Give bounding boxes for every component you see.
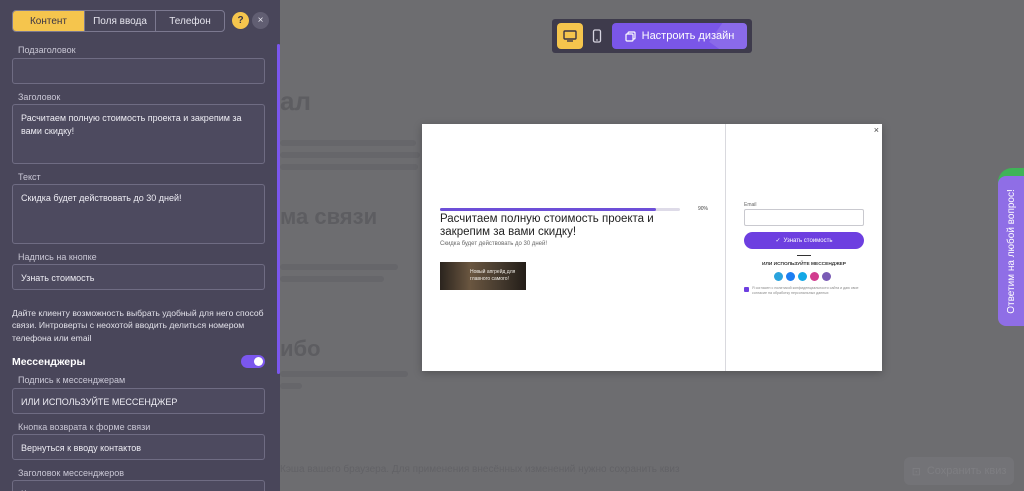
tab-input-fields[interactable]: Поля ввода bbox=[84, 11, 155, 31]
viber-icon[interactable] bbox=[822, 272, 831, 281]
subtitle-label: Подзаголовок bbox=[18, 45, 76, 55]
messengers-caption-label: Подпись к мессенджерам bbox=[18, 375, 126, 385]
modal-image-caption: Новый апгрейд для главного самого! bbox=[470, 269, 516, 282]
close-panel-button[interactable]: × bbox=[252, 12, 269, 29]
customize-design-button[interactable]: Настроить дизайн bbox=[612, 23, 747, 49]
backdrop-text-line bbox=[280, 371, 408, 377]
backdrop-heading: ал bbox=[280, 86, 311, 116]
telegram-icon[interactable] bbox=[774, 272, 783, 281]
save-quiz-label: Сохранить квиз bbox=[926, 465, 1007, 477]
email-input[interactable] bbox=[744, 209, 864, 226]
monitor-icon bbox=[563, 30, 577, 42]
messengers-caption-input[interactable]: ИЛИ ИСПОЛЬЗУЙТЕ МЕССЕНДЖЕР bbox=[12, 388, 265, 414]
modal-divider bbox=[725, 124, 726, 371]
button-text-input[interactable]: Узнать стоимость bbox=[12, 264, 265, 290]
consent-row: Я согласен с политикой конфиденциальност… bbox=[744, 286, 866, 295]
consent-checkbox[interactable] bbox=[744, 287, 749, 292]
save-quiz-button[interactable]: ⊡ Сохранить квиз bbox=[904, 457, 1014, 485]
backdrop-text-line bbox=[280, 140, 416, 146]
progress-fill bbox=[440, 208, 656, 211]
text-textarea[interactable]: Скидка будет действовать до 30 дней! bbox=[12, 184, 265, 244]
backdrop-text-line bbox=[280, 383, 302, 389]
skype-icon[interactable] bbox=[798, 272, 807, 281]
quiz-modal-preview: × 90% Расчитаем полную стоимость проекта… bbox=[422, 124, 882, 371]
backdrop-heading: ибо bbox=[280, 336, 321, 361]
backdrop-text-line bbox=[280, 164, 418, 170]
messengers-separator bbox=[797, 255, 811, 256]
button-text-label: Надпись на кнопке bbox=[18, 252, 97, 262]
backdrop-heading: ма связи bbox=[280, 204, 378, 229]
modal-image: Новый апгрейд для главного самого! bbox=[440, 262, 526, 290]
modal-title: Расчитаем полную стоимость проекта и зак… bbox=[440, 213, 654, 239]
title-textarea[interactable]: Расчитаем полную стоимость проекта и зак… bbox=[12, 104, 265, 164]
check-circle-icon: ✓ bbox=[775, 238, 781, 244]
consent-text: Я согласен с политикой конфиденциальност… bbox=[752, 286, 859, 295]
title-label: Заголовок bbox=[18, 92, 61, 102]
copy-icon bbox=[625, 30, 636, 42]
email-label: Email bbox=[744, 202, 757, 208]
save-icon: ⊡ bbox=[911, 465, 921, 478]
progress-percent: 90% bbox=[698, 206, 709, 212]
desktop-view-button[interactable] bbox=[557, 23, 583, 49]
get-price-button[interactable]: ✓ Узнать стоимость bbox=[744, 232, 864, 249]
backdrop-footer-note: Кэша вашего браузера. Для применения вне… bbox=[280, 464, 680, 475]
settings-panel: Контент Поля ввода Телефон ? × Подзаголо… bbox=[0, 0, 280, 491]
tab-phone[interactable]: Телефон bbox=[155, 11, 224, 31]
messengers-hint: Дайте клиенту возможность выбрать удобны… bbox=[12, 308, 264, 343]
messengers-header-label: Заголовок мессенджеров bbox=[18, 468, 125, 478]
panel-tabs: Контент Поля ввода Телефон bbox=[12, 10, 225, 32]
messengers-header-input[interactable]: К bbox=[12, 480, 265, 491]
get-price-label: Узнать стоимость bbox=[783, 237, 833, 244]
toggle-knob bbox=[254, 357, 263, 366]
ask-question-tab[interactable]: Ответим на любой вопрос! bbox=[998, 176, 1024, 326]
ask-question-label: Ответим на любой вопрос! bbox=[1005, 188, 1017, 314]
text-label: Текст bbox=[18, 172, 41, 182]
backdrop-text-line bbox=[280, 264, 398, 270]
messengers-title: ИЛИ ИСПОЛЬЗУЙТЕ МЕССЕНДЖЕР bbox=[762, 262, 846, 267]
button-decoration bbox=[709, 23, 747, 49]
tab-content[interactable]: Контент bbox=[13, 11, 84, 31]
smartphone-icon bbox=[592, 29, 602, 43]
modal-text: Скидка будет действовать до 30 дней! bbox=[440, 241, 548, 247]
preview-toolbar: Настроить дизайн bbox=[552, 19, 752, 53]
messengers-section-title: Мессенджеры bbox=[12, 356, 86, 368]
progress-bar bbox=[440, 208, 680, 211]
mobile-view-button[interactable] bbox=[584, 23, 610, 49]
modal-close-button[interactable]: × bbox=[874, 125, 879, 135]
back-button-label: Кнопка возврата к форме связи bbox=[18, 422, 151, 432]
help-button[interactable]: ? bbox=[232, 12, 249, 29]
messengers-toggle[interactable] bbox=[241, 355, 265, 368]
panel-scrollbar[interactable] bbox=[277, 44, 280, 374]
subtitle-input[interactable] bbox=[12, 58, 265, 84]
backdrop-text-line bbox=[280, 152, 420, 158]
messenger-icons bbox=[774, 272, 831, 281]
backdrop-text-line bbox=[280, 276, 384, 282]
back-button-input[interactable]: Вернуться к вводу контактов bbox=[12, 434, 265, 460]
messenger-icon[interactable] bbox=[786, 272, 795, 281]
instagram-icon[interactable] bbox=[810, 272, 819, 281]
